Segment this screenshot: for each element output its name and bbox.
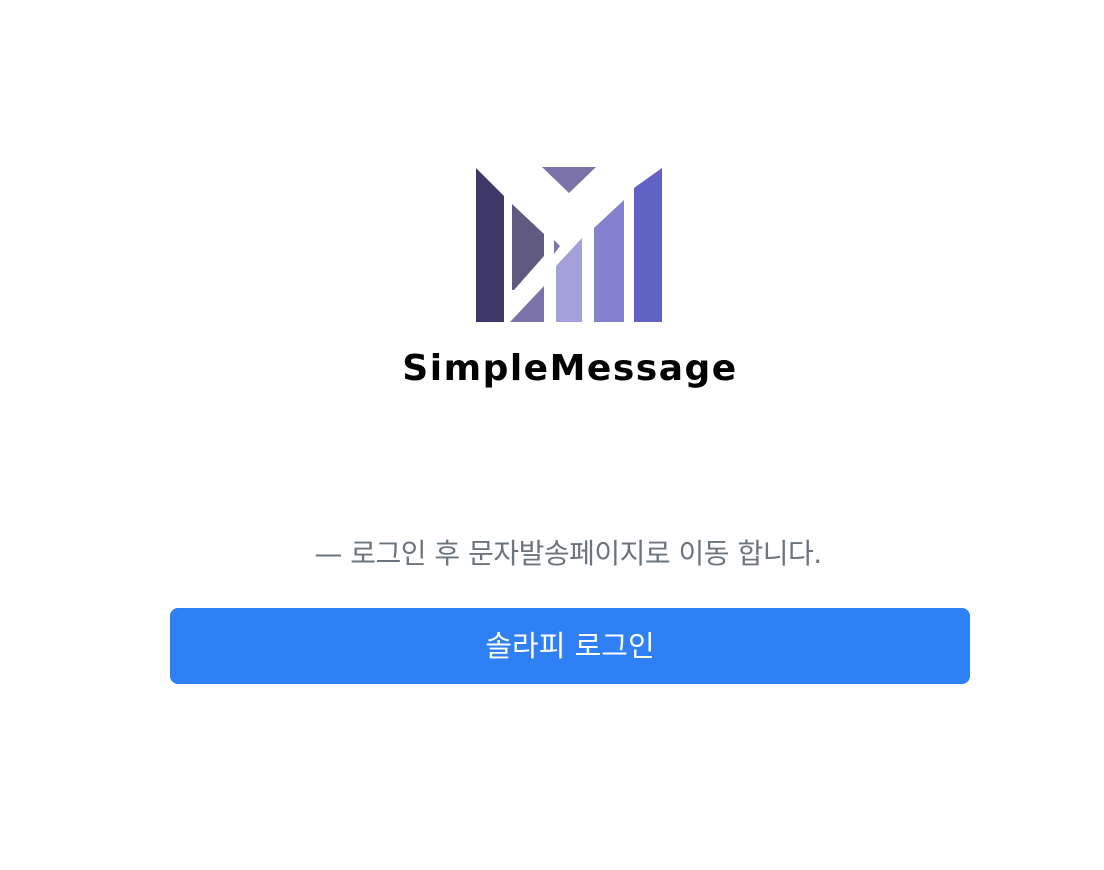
login-page: SimpleMessage — 로그인 후 문자발송페이지로 이동 합니다. 솔… [0, 0, 1104, 870]
logo-center-piece [554, 240, 560, 254]
logo-lower-wedge [510, 286, 544, 322]
brand-name: SimpleMessage [402, 348, 738, 389]
logo-top-triangle [542, 167, 596, 193]
logo-right-bar [634, 168, 662, 322]
solapi-login-button[interactable]: 솔라피 로그인 [170, 608, 970, 684]
logo-second-bar [512, 204, 544, 290]
logo-third-bar [556, 238, 582, 322]
logo-fourth-bar [594, 200, 624, 322]
logo-left-bar [476, 168, 504, 322]
login-notice: — 로그인 후 문자발송페이지로 이동 합니다. [314, 537, 822, 570]
simplemessage-logo-icon [476, 167, 662, 322]
